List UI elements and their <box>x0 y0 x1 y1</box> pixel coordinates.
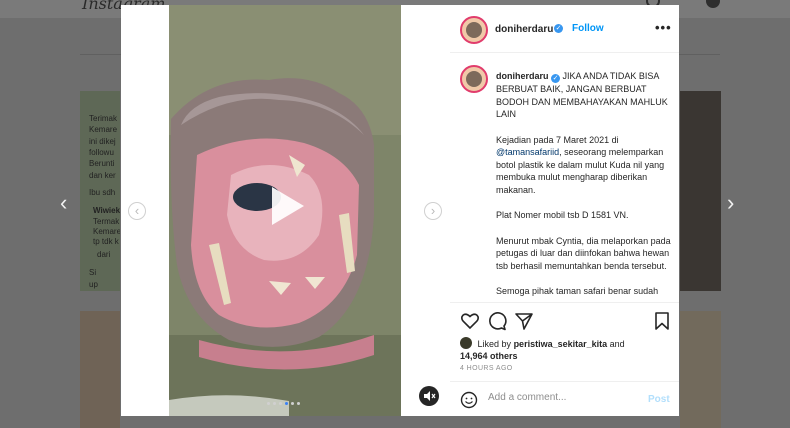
post-author-username[interactable]: doniherdaru <box>495 24 553 35</box>
carousel-dot <box>273 402 276 405</box>
verified-badge-icon: ✓ <box>554 24 563 33</box>
next-post-arrow-icon[interactable]: › <box>727 192 734 214</box>
heart-icon[interactable] <box>460 311 480 331</box>
post-comment-button[interactable]: Post <box>648 394 670 405</box>
background-post-tile <box>80 311 120 428</box>
comment-input[interactable] <box>488 392 638 403</box>
post-modal: ‹ › doniherdaru ✓ Follow ••• doniherdaru… <box>121 5 679 416</box>
post-caption: doniherdaru ✓ JIKA ANDA TIDAK BISA BERBU… <box>450 54 679 302</box>
post-header: doniherdaru ✓ Follow ••• <box>450 5 679 53</box>
more-options-icon[interactable]: ••• <box>655 20 672 35</box>
carousel-dot <box>297 402 300 405</box>
post-video[interactable] <box>169 5 401 416</box>
comment-bar: Post <box>450 381 679 417</box>
background-post-tile <box>680 91 721 291</box>
speaker-muted-icon <box>424 391 436 401</box>
background-post-tile <box>680 311 721 428</box>
caption-text: Plat Nomer mobil tsb D 1581 VN. <box>496 210 629 220</box>
caption-text: Kejadian pada 7 Maret 2021 di <box>496 134 619 145</box>
background-post-tile: Terimak Kemare ini dikej followu Berunti… <box>80 91 120 291</box>
bookmark-icon[interactable] <box>652 311 672 331</box>
avatar[interactable] <box>460 16 488 44</box>
emoji-icon[interactable] <box>460 391 478 409</box>
caption-mention-link[interactable]: @tamansafariid <box>496 147 559 157</box>
comment-icon[interactable] <box>487 311 507 331</box>
liker-username[interactable]: peristiwa_sekitar_kita <box>514 339 608 349</box>
carousel-dot <box>279 402 282 405</box>
caption-username[interactable]: doniherdaru <box>496 71 549 81</box>
carousel-dot <box>285 402 288 405</box>
mute-button[interactable] <box>419 386 439 406</box>
share-icon[interactable] <box>514 311 534 331</box>
post-actions: Liked by peristiwa_sekitar_kita and 14,9… <box>450 302 679 416</box>
likes-count[interactable]: 14,964 others <box>460 351 518 361</box>
next-slide-button[interactable]: › <box>424 202 442 220</box>
previous-post-arrow-icon[interactable]: ‹ <box>60 192 67 214</box>
likes-summary: Liked by peristiwa_sekitar_kita and 14,9… <box>460 337 625 361</box>
carousel-dot <box>291 402 294 405</box>
follow-button[interactable]: Follow <box>572 23 604 34</box>
play-icon[interactable] <box>260 181 310 231</box>
caption-text: Semoga pihak taman safari benar sudah <box>496 286 659 296</box>
carousel-dot <box>267 402 270 405</box>
liker-avatar[interactable] <box>460 337 472 349</box>
post-timestamp[interactable]: 4 HOURS AGO <box>460 365 513 372</box>
avatar[interactable] <box>460 65 488 93</box>
carousel-indicator <box>267 402 300 405</box>
caption-text: Menurut mbak Cyntia, dia melaporkan pada… <box>496 235 671 271</box>
verified-badge-icon: ✓ <box>551 74 561 83</box>
previous-slide-button[interactable]: ‹ <box>128 202 146 220</box>
post-side-panel: doniherdaru ✓ Follow ••• doniherdaru ✓ J… <box>450 5 679 416</box>
